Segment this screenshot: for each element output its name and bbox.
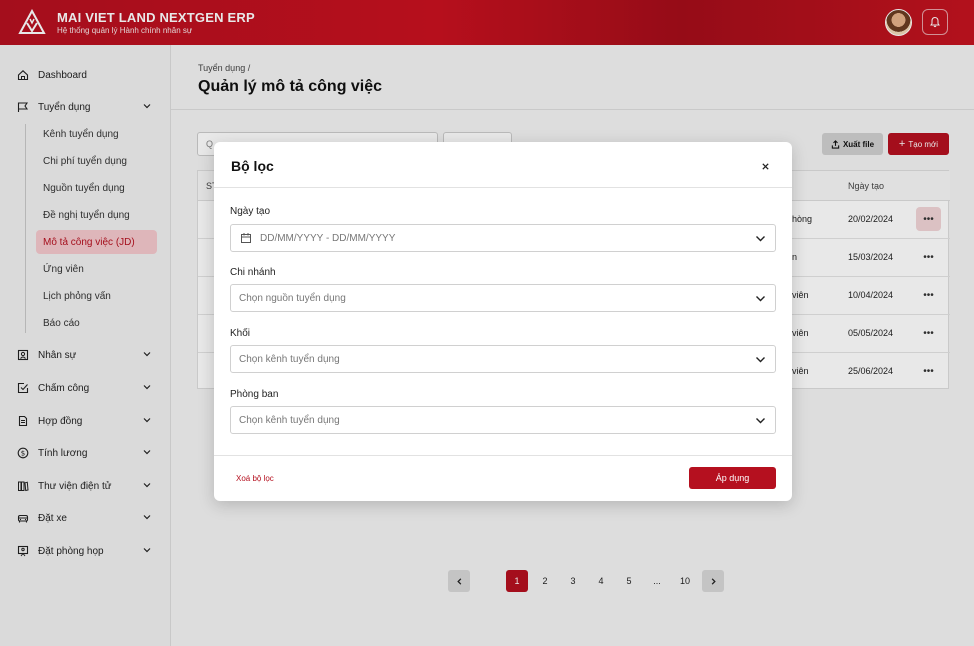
created-date-range-input[interactable]: DD/MM/YYYY - DD/MM/YYYY (230, 224, 776, 252)
department-placeholder: Chọn kênh tuyển dụng (239, 415, 340, 426)
field-label-created-date: Ngày tạo (230, 206, 271, 217)
branch-placeholder: Chọn nguồn tuyển dụng (239, 293, 346, 304)
division-placeholder: Chọn kênh tuyển dụng (239, 354, 340, 365)
field-label-department: Phòng ban (230, 389, 279, 400)
close-button[interactable] (757, 158, 773, 174)
division-select[interactable]: Chọn kênh tuyển dụng (230, 345, 776, 373)
modal-title: Bộ lọc (231, 158, 274, 174)
department-select[interactable]: Chọn kênh tuyển dụng (230, 406, 776, 434)
calendar-icon (241, 233, 251, 243)
date-range-placeholder: DD/MM/YYYY - DD/MM/YYYY (260, 233, 396, 244)
chevron-down-icon (756, 418, 765, 424)
field-label-division: Khối (230, 328, 251, 339)
chevron-down-icon (756, 296, 765, 302)
chevron-down-icon (756, 236, 765, 242)
divider (214, 187, 792, 188)
branch-select[interactable]: Chọn nguồn tuyển dụng (230, 284, 776, 312)
clear-filter-link[interactable]: Xoá bộ lọc (236, 474, 274, 483)
close-icon (761, 162, 769, 170)
apply-button[interactable]: Áp dụng (689, 467, 776, 489)
chevron-down-icon (756, 357, 765, 363)
field-label-branch: Chi nhánh (230, 267, 276, 278)
divider (214, 455, 792, 456)
filter-modal: Bộ lọc Ngày tạo DD/MM/YYYY - DD/MM/YYYY … (214, 142, 792, 501)
